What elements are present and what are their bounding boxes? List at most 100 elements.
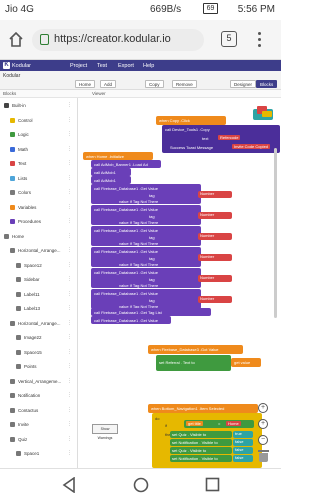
- sidebar-item[interactable]: Built-in ⋮: [0, 101, 77, 111]
- sidebar-item[interactable]: Horizontal_Arrange... ⋮: [0, 319, 77, 329]
- workspace-scrollbar[interactable]: [274, 148, 277, 318]
- call-fb-get-value-block[interactable]: call Firebase_Database1 .Get Value tag val…: [91, 289, 201, 309]
- sidebar-item[interactable]: Home ⋮: [0, 232, 77, 242]
- boolean-block[interactable]: false: [233, 455, 253, 462]
- sidebar-item[interactable]: Sidebar ⋮: [0, 275, 77, 285]
- sidebar-item[interactable]: Space12 ⋮: [0, 261, 77, 271]
- number-text-block[interactable]: Number: [198, 275, 232, 282]
- item-menu-icon[interactable]: ⋮: [67, 146, 72, 152]
- sidebar-item[interactable]: Colors ⋮: [0, 188, 77, 198]
- item-menu-icon[interactable]: ⋮: [67, 175, 72, 181]
- call-fb-get-tag-list-block[interactable]: call Firebase_Database1 .Get Tag List: [91, 308, 211, 316]
- sidebar-item[interactable]: Space1 ⋮: [0, 449, 77, 459]
- call-admob-block-1[interactable]: call AdMob1: [91, 168, 131, 176]
- sidebar-item[interactable]: Quiz ⋮: [0, 435, 77, 445]
- item-menu-icon[interactable]: ⋮: [67, 421, 72, 427]
- set-visible-block[interactable]: set Notification . Visible to: [170, 439, 232, 446]
- sidebar-item[interactable]: Variables ⋮: [0, 203, 77, 213]
- item-menu-icon[interactable]: ⋮: [67, 407, 72, 413]
- item-menu-icon[interactable]: ⋮: [67, 102, 72, 108]
- when-home-initialize-block[interactable]: when Home .Initialize: [83, 152, 153, 160]
- sidebar-item[interactable]: Math ⋮: [0, 145, 77, 155]
- menu-help[interactable]: Help: [143, 63, 154, 69]
- sidebar-item[interactable]: Vertical_Arrangeme... ⋮: [0, 377, 77, 387]
- boolean-block[interactable]: true: [233, 431, 253, 438]
- call-fb-get-value-block[interactable]: call Firebase_Database1 .Get Value tag val…: [91, 268, 201, 288]
- item-menu-icon[interactable]: ⋮: [67, 436, 72, 442]
- item-menu-icon[interactable]: ⋮: [67, 349, 72, 355]
- item-menu-icon[interactable]: ⋮: [67, 378, 72, 384]
- item-menu-icon[interactable]: ⋮: [67, 392, 72, 398]
- sidebar-item[interactable]: Label11 ⋮: [0, 290, 77, 300]
- compare-title-home-block[interactable]: get title = Home: [184, 420, 254, 428]
- sidebar-item[interactable]: Invite ⋮: [0, 420, 77, 430]
- item-menu-icon[interactable]: ⋮: [67, 363, 72, 369]
- sidebar-item[interactable]: Text ⋮: [0, 159, 77, 169]
- sidebar-item[interactable]: Image22 ⋮: [0, 333, 77, 343]
- item-menu-icon[interactable]: ⋮: [67, 160, 72, 166]
- back-icon[interactable]: [62, 477, 76, 493]
- when-fb-got-value-block[interactable]: when Firebase_Database3 .Got Value: [148, 345, 243, 354]
- call-fb-get-value-block[interactable]: call Firebase_Database1 .Get Value tag val…: [91, 247, 201, 267]
- trash-icon[interactable]: [258, 450, 269, 462]
- sidebar-item[interactable]: Space15 ⋮: [0, 348, 77, 358]
- item-menu-icon[interactable]: ⋮: [67, 334, 72, 340]
- item-menu-icon[interactable]: ⋮: [67, 131, 72, 137]
- zoom-in-icon[interactable]: +: [258, 419, 268, 429]
- sidebar-item[interactable]: Contactus ⋮: [0, 406, 77, 416]
- set-visible-block[interactable]: set Quiz . Visible to: [170, 447, 232, 454]
- sidebar-item[interactable]: Points ⋮: [0, 362, 77, 372]
- when-bottom-navigation-block[interactable]: when Bottom_Navigation1 .Item Selected: [148, 404, 258, 413]
- call-fb-get-value-block[interactable]: call Firebase_Database1 .Get Value tag val…: [91, 205, 201, 225]
- number-text-block[interactable]: Number: [198, 233, 232, 240]
- blocks-workspace[interactable]: when Copy .Click call Device_Tools1 .Cop…: [78, 98, 281, 468]
- sidebar-item[interactable]: Lists ⋮: [0, 174, 77, 184]
- item-menu-icon[interactable]: ⋮: [67, 291, 72, 297]
- item-menu-icon[interactable]: ⋮: [67, 117, 72, 123]
- home-nav-icon[interactable]: [133, 477, 149, 493]
- boolean-block[interactable]: false: [233, 447, 253, 454]
- number-text-block[interactable]: Number: [198, 191, 232, 198]
- call-admob-banner-block[interactable]: call AdMob_Banner1 .Load Ad: [91, 160, 161, 168]
- sidebar-item[interactable]: Notification ⋮: [0, 391, 77, 401]
- when-copy-block[interactable]: when Copy .Click: [156, 116, 226, 125]
- item-menu-icon[interactable]: ⋮: [67, 320, 72, 326]
- sidebar-item[interactable]: Label13 ⋮: [0, 304, 77, 314]
- item-menu-icon[interactable]: ⋮: [67, 233, 72, 239]
- menu-test[interactable]: Test: [97, 63, 107, 69]
- sidebar-item[interactable]: Logic ⋮: [0, 130, 77, 140]
- menu-project[interactable]: Project: [70, 63, 87, 69]
- home-icon[interactable]: [8, 32, 24, 47]
- show-warnings-button[interactable]: Show Warnings: [92, 424, 118, 440]
- menu-export[interactable]: Export: [118, 63, 134, 69]
- number-text-block[interactable]: Number: [198, 296, 232, 303]
- sidebar-item[interactable]: Procedures ⋮: [0, 217, 77, 227]
- recents-icon[interactable]: [205, 477, 220, 492]
- backpack-icon[interactable]: [253, 106, 275, 120]
- blocks-button[interactable]: Blocks: [256, 80, 278, 88]
- item-menu-icon[interactable]: ⋮: [67, 247, 72, 253]
- zoom-reset-icon[interactable]: +: [258, 403, 268, 413]
- item-menu-icon[interactable]: ⋮: [67, 276, 72, 282]
- designer-button[interactable]: Designer: [230, 80, 257, 88]
- zoom-out-icon[interactable]: −: [258, 435, 268, 445]
- item-menu-icon[interactable]: ⋮: [67, 305, 72, 311]
- call-fb-get-value-block[interactable]: call Firebase_Database1 .Get Value tag val…: [91, 226, 201, 246]
- number-text-block[interactable]: Number: [198, 212, 232, 219]
- tab-count-button[interactable]: 5: [221, 31, 237, 47]
- screen-home-button[interactable]: Home: [75, 80, 96, 88]
- call-fb-get-value-block[interactable]: call Firebase_Database1 .Get Value tag val…: [91, 184, 201, 204]
- call-clipboard-block[interactable]: call Device_Tools1 .Copy text Refercode …: [162, 125, 280, 153]
- boolean-block[interactable]: false: [233, 439, 253, 446]
- set-visible-block[interactable]: set Quiz . Visible to: [170, 431, 232, 438]
- sidebar-item[interactable]: Horizontal_Arrange... ⋮: [0, 246, 77, 256]
- screen-remove-button[interactable]: Remove: [172, 80, 197, 88]
- screen-add-button[interactable]: Add: [100, 80, 117, 88]
- item-menu-icon[interactable]: ⋮: [67, 218, 72, 224]
- menu-icon[interactable]: [258, 31, 262, 47]
- call-admob-block-2[interactable]: call AdMob1: [91, 176, 131, 184]
- number-text-block[interactable]: Number: [198, 254, 232, 261]
- screen-copy-button[interactable]: Copy: [145, 80, 164, 88]
- set-visible-block[interactable]: set Notification . Visible to: [170, 455, 232, 462]
- item-menu-icon[interactable]: ⋮: [67, 189, 72, 195]
